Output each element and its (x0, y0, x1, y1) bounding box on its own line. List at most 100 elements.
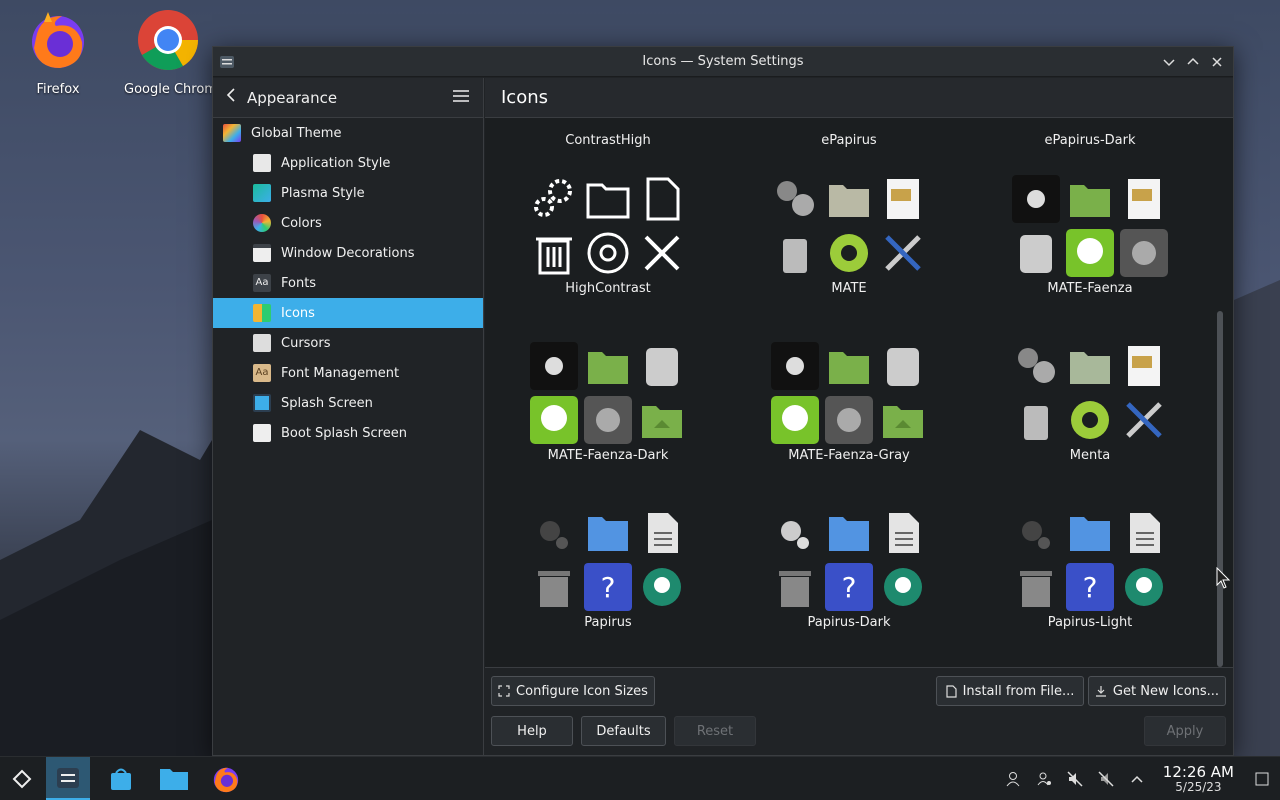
close-button[interactable] (1207, 52, 1227, 72)
theme-card-highcontrast[interactable]: HighContrast (488, 171, 728, 296)
sidebar-item-label: Boot Splash Screen (281, 425, 407, 441)
chevron-up-icon (1187, 57, 1199, 65)
desktop-icon-label: Google Chrome (124, 82, 212, 97)
theme-name: Papirus (584, 615, 632, 630)
theme-card-contrasthigh[interactable]: ContrastHigh (488, 133, 728, 148)
sidebar-item-icons[interactable]: Icons (213, 298, 483, 328)
gears-icon (1022, 521, 1050, 549)
scrollbar[interactable] (1217, 311, 1223, 667)
folder-icon (1070, 517, 1110, 551)
cursors-icon (253, 334, 271, 352)
taskbar-firefox[interactable] (204, 757, 248, 800)
sidebar-item-splash-screen[interactable]: Splash Screen (213, 388, 483, 418)
button-label: Install from File... (962, 683, 1075, 699)
settings-icon (825, 396, 873, 444)
sidebar-item-application-style[interactable]: Application Style (213, 148, 483, 178)
desktop-icon-label: Firefox (36, 82, 80, 97)
firefox-icon (32, 12, 84, 68)
help-icon: ? (825, 563, 873, 611)
sidebar-item-global-theme[interactable]: Global Theme (213, 118, 483, 148)
document-icon (646, 177, 680, 221)
info-icon (530, 396, 578, 444)
application-style-icon (253, 154, 271, 172)
gears-icon (1018, 348, 1055, 383)
button-label: Get New Icons... (1112, 683, 1220, 699)
info-icon (1066, 229, 1114, 277)
theme-card-mate-faenza-gray[interactable]: MATE-Faenza-Gray (729, 338, 969, 463)
maximize-button[interactable] (1183, 52, 1203, 72)
desktop-icon-firefox[interactable]: Firefox (8, 8, 108, 97)
trash-icon (1024, 406, 1048, 440)
sidebar-item-font-management[interactable]: Aa Font Management (213, 358, 483, 388)
get-new-icons-button[interactable]: Get New Icons... (1088, 676, 1226, 706)
hamburger-menu-button[interactable] (453, 89, 471, 107)
taskbar-system-settings[interactable] (46, 757, 90, 800)
sidebar-item-label: Icons (281, 305, 315, 321)
desktop-icon-chrome[interactable]: Google Chrome (124, 8, 212, 97)
sidebar-item-fonts[interactable]: Aa Fonts (213, 268, 483, 298)
download-icon (1095, 686, 1106, 697)
sidebar-item-cursors[interactable]: Cursors (213, 328, 483, 358)
theme-card-epapirus-dark[interactable]: ePapirus-Dark (970, 133, 1210, 148)
install-from-file-button[interactable]: Install from File... (936, 676, 1084, 706)
theme-card-papirus-dark[interactable]: ? Papirus-Dark (729, 505, 969, 630)
user-icon[interactable] (998, 771, 1029, 787)
theme-name: MATE-Faenza-Gray (788, 448, 910, 463)
theme-name: MATE-Faenza-Dark (547, 448, 669, 463)
svg-text:?: ? (842, 571, 857, 604)
sidebar-item-label: Splash Screen (281, 395, 373, 411)
reset-button[interactable]: Reset (674, 716, 756, 746)
title-bar[interactable]: Icons — System Settings (213, 47, 1233, 77)
clock[interactable]: 12:26 AM 5/25/23 (1153, 764, 1244, 794)
accounts-icon[interactable] (1029, 771, 1060, 787)
back-button[interactable] (225, 87, 247, 108)
trash-icon (783, 239, 807, 273)
defaults-button[interactable]: Defaults (581, 716, 666, 746)
theme-card-menta[interactable]: Menta (970, 338, 1210, 463)
hamburger-icon (453, 89, 469, 102)
global-theme-icon (223, 124, 241, 142)
theme-card-papirus[interactable]: ? Papirus (488, 505, 728, 630)
home-folder-icon (883, 406, 923, 438)
theme-name: MATE (831, 281, 867, 296)
volume-muted-icon[interactable] (1060, 771, 1091, 787)
taskbar: 12:26 AM 5/25/23 (0, 756, 1280, 800)
apply-button[interactable]: Apply (1144, 716, 1226, 746)
application-launcher-button[interactable] (0, 757, 44, 800)
theme-card-mate-faenza-dark[interactable]: MATE-Faenza-Dark (488, 338, 728, 463)
theme-card-mate-faenza[interactable]: MATE-Faenza (970, 171, 1210, 296)
lifebuoy-icon (1071, 401, 1109, 439)
button-label: Help (517, 723, 547, 739)
sidebar-item-boot-splash-screen[interactable]: Boot Splash Screen (213, 418, 483, 448)
sidebar-item-label: Global Theme (251, 125, 342, 141)
theme-preview (764, 338, 934, 448)
show-desktop-button[interactable] (1244, 772, 1280, 786)
minimize-button[interactable] (1159, 52, 1179, 72)
folder-icon (588, 352, 628, 384)
theme-card-epapirus[interactable]: ePapirus (729, 133, 969, 148)
theme-name: ePapirus-Dark (1044, 133, 1136, 148)
configure-icon-sizes-button[interactable]: Configure Icon Sizes (491, 676, 655, 706)
taskbar-discover[interactable] (99, 757, 143, 800)
svg-text:?: ? (1083, 571, 1098, 604)
sidebar-item-window-decorations[interactable]: Window Decorations (213, 238, 483, 268)
gears-icon (777, 181, 814, 216)
trash-icon (646, 348, 678, 386)
lifebuoy-icon (830, 234, 868, 272)
sidebar-item-plasma-style[interactable]: Plasma Style (213, 178, 483, 208)
help-button[interactable]: Help (491, 716, 573, 746)
theme-name: Papirus-Dark (807, 615, 891, 630)
button-label: Defaults (596, 723, 651, 739)
theme-name: HighContrast (565, 281, 651, 296)
sidebar-item-colors[interactable]: Colors (213, 208, 483, 238)
trash-icon (887, 348, 919, 386)
settings-icon (584, 396, 632, 444)
tray-expand-button[interactable] (1122, 775, 1153, 783)
theme-card-papirus-light[interactable]: ? Papirus-Light (970, 505, 1210, 630)
breadcrumb: Appearance (247, 88, 338, 107)
chevron-left-icon (226, 88, 235, 102)
theme-card-mate[interactable]: MATE (729, 171, 969, 296)
microphone-muted-icon[interactable] (1091, 771, 1122, 787)
taskbar-file-manager[interactable] (152, 757, 196, 800)
file-icon (945, 684, 957, 698)
